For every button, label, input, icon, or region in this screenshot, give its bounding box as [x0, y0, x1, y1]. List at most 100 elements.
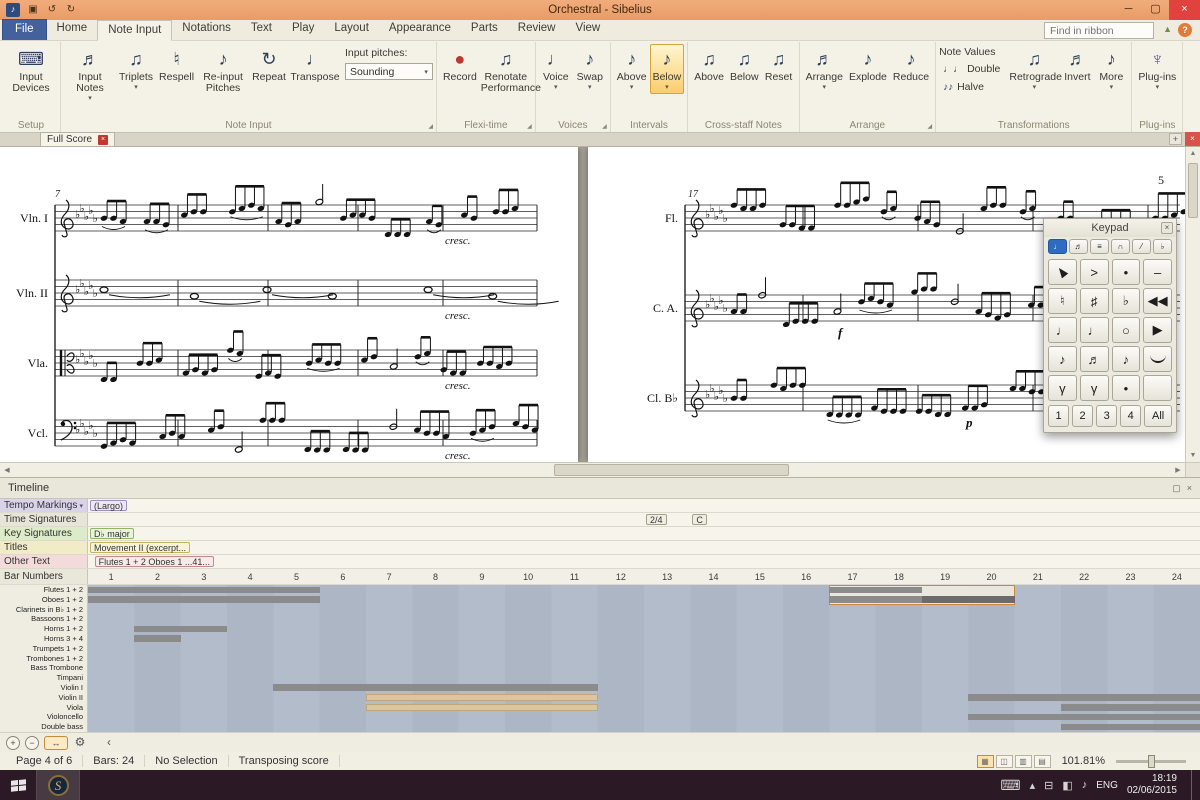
transformations-more-button[interactable]: ♪More▾ [1094, 44, 1128, 94]
timeline-grid[interactable]: Flutes 1 + 2Oboes 1 + 2Clarinets in B♭ 1… [0, 585, 1200, 732]
instrument-cells-bassoons-1-2[interactable] [88, 614, 1200, 624]
keypad-button-r5c4[interactable] [1143, 375, 1172, 401]
voices-voice-button[interactable]: ♩Voice▾ [539, 44, 573, 94]
ribbon-tab-view[interactable]: View [565, 19, 610, 40]
chip-movement-ii-excerpt[interactable]: Movement II (excerpt... [90, 542, 190, 553]
chip-flutes-1-2-oboes-1-41[interactable]: Flutes 1 + 2 Oboes 1 ...41... [95, 556, 214, 567]
timeline-row-other-text[interactable]: Other Text Flutes 1 + 2 Oboes 1 ...41... [0, 555, 1200, 569]
plug-ins-plug-ins-button[interactable]: ♆Plug-ins▾ [1135, 44, 1179, 94]
setup-input-devices-button[interactable]: ⌨Input Devices [5, 44, 57, 96]
timeline-row-key-signatures[interactable]: Key SignaturesD♭ major [0, 527, 1200, 541]
keypad-button-r5c3[interactable]: • [1112, 375, 1141, 401]
arrange-reduce-button[interactable]: ♪Reduce [890, 44, 932, 85]
network-icon[interactable]: ◧ [1062, 779, 1072, 792]
ribbon-tab-note-input[interactable]: Note Input [97, 20, 172, 41]
close-button[interactable]: × [1169, 0, 1200, 20]
chip-c[interactable]: C [692, 514, 707, 525]
instrument-row-horns-1-2[interactable]: Horns 1 + 2 [0, 624, 1200, 634]
clock[interactable]: 18:19 02/06/2015 [1127, 773, 1177, 798]
note-input-repeat-button[interactable]: ↻Repeat [249, 44, 289, 85]
keypad-button-r1c1[interactable] [1048, 259, 1077, 285]
ribbon-tab-parts[interactable]: Parts [461, 19, 508, 40]
instrument-cells-clarinets-in-b-1-2[interactable] [88, 605, 1200, 615]
flexi-time-renotate-performance-button[interactable]: ♫Renotate Performance [480, 44, 532, 96]
keypad-button-r4c2[interactable]: ♬ [1080, 346, 1109, 372]
instrument-cells-bass-trombone[interactable] [88, 663, 1200, 673]
keypad-button-r4c4[interactable] [1143, 346, 1172, 372]
instrument-row-violin-ii[interactable]: Violin II [0, 693, 1200, 703]
timeline-row-titles[interactable]: TitlesMovement II (excerpt... [0, 541, 1200, 555]
zoom-slider[interactable] [1116, 760, 1186, 763]
dialog-launcher-icon[interactable]: ◢ [428, 123, 433, 130]
arrange-explode-button[interactable]: ♪Explode [846, 44, 890, 85]
instrument-cells-horns-1-2[interactable] [88, 624, 1200, 634]
ribbon-tab-appearance[interactable]: Appearance [379, 19, 461, 40]
instrument-row-violin-i[interactable]: Violin I [0, 683, 1200, 693]
instrument-row-violoncello[interactable]: Violoncello [0, 712, 1200, 722]
note-input-respell-button[interactable]: ♮Respell [156, 44, 197, 85]
cross-staff-notes-below-button[interactable]: ♫Below [727, 44, 762, 85]
collapse-ribbon-icon[interactable]: ▲ [1163, 24, 1172, 34]
double-button[interactable]: ♩♩Double [939, 60, 1004, 78]
instrument-row-double-bass[interactable]: Double bass [0, 722, 1200, 732]
keypad-button-r3c1[interactable]: ♩ [1048, 317, 1077, 343]
help-icon[interactable]: ? [1178, 23, 1192, 37]
close-tab-group-button[interactable]: × [1185, 132, 1200, 146]
timeline-bar-numbers-row[interactable]: Bar Numbers 1234567891011121314151617181… [0, 569, 1200, 585]
zoom-out-button[interactable]: − [25, 736, 39, 750]
minimize-button[interactable]: ─ [1115, 0, 1142, 20]
keypad-voice-3[interactable]: 3 [1096, 405, 1117, 427]
dialog-launcher-icon[interactable]: ◢ [527, 123, 532, 130]
instrument-row-clarinets-in-b-1-2[interactable]: Clarinets in B♭ 1 + 2 [0, 605, 1200, 615]
dialog-launcher-icon[interactable]: ◢ [602, 123, 607, 130]
horizontal-scroll-track[interactable] [14, 463, 1171, 477]
scroll-left-icon[interactable]: ◀ [0, 466, 14, 474]
redo-icon[interactable]: ↻ [62, 2, 80, 18]
keypad-voice-2[interactable]: 2 [1072, 405, 1093, 427]
dialog-launcher-icon[interactable]: ◢ [927, 123, 932, 130]
instrument-cells-trumpets-1-2[interactable] [88, 644, 1200, 654]
chip-largo[interactable]: (Largo) [90, 500, 127, 511]
scroll-right-icon[interactable]: ▶ [1171, 466, 1185, 474]
ribbon-tab-text[interactable]: Text [241, 19, 282, 40]
keypad-close-button[interactable]: × [1161, 222, 1173, 234]
show-hidden-icons[interactable]: ▴ [1030, 779, 1036, 792]
timeline-close-icon[interactable]: × [1187, 483, 1192, 494]
pages-view-icon[interactable]: ▦ [977, 755, 994, 768]
row-label-tempo-markings[interactable]: Tempo Markings▾ [0, 499, 88, 512]
instrument-row-oboes-1-2[interactable]: Oboes 1 + 2 [0, 595, 1200, 605]
keypad-button-r1c3[interactable]: • [1112, 259, 1141, 285]
instrument-row-viola[interactable]: Viola [0, 703, 1200, 713]
note-input-input-notes-button[interactable]: ♬Input Notes▾ [64, 44, 116, 105]
keypad-window[interactable]: Keypad × ♩♬≡∩⁄♭ >•–♮♯♭◀◀♩♩○▶♪♬♪γγ• 1234A… [1043, 218, 1177, 433]
instrument-cells-violoncello[interactable] [88, 712, 1200, 722]
keypad-voice-1[interactable]: 1 [1048, 405, 1069, 427]
instrument-row-bass-trombone[interactable]: Bass Trombone [0, 663, 1200, 673]
keypad-layout-tab-4[interactable]: ∩ [1111, 239, 1130, 254]
timeline-undock-icon[interactable]: ▢ [1172, 483, 1181, 494]
zoom-in-button[interactable]: + [6, 736, 20, 750]
keypad-button-r3c2[interactable]: ♩ [1080, 317, 1109, 343]
maximize-button[interactable]: ▢ [1142, 0, 1169, 20]
tab-close-icon[interactable]: × [98, 135, 108, 145]
keypad-layout-tab-3[interactable]: ≡ [1090, 239, 1109, 254]
instrument-row-trombones-1-2[interactable]: Trombones 1 + 2 [0, 654, 1200, 664]
language-indicator[interactable]: ENG [1096, 780, 1118, 791]
undo-icon[interactable]: ↺ [43, 2, 61, 18]
instrument-row-timpani[interactable]: Timpani [0, 673, 1200, 683]
halve-button[interactable]: ♪♪Halve [939, 78, 1004, 96]
taskbar-sibelius-button[interactable]: S [36, 770, 80, 800]
instrument-cells-double-bass[interactable] [88, 722, 1200, 732]
cross-staff-notes-reset-button[interactable]: ♫Reset [762, 44, 796, 85]
instrument-row-trumpets-1-2[interactable]: Trumpets 1 + 2 [0, 644, 1200, 654]
save-icon[interactable]: ▣ [24, 2, 42, 18]
keypad-button-r2c3[interactable]: ♭ [1112, 288, 1141, 314]
row-label-other-text[interactable]: Other Text [0, 555, 88, 568]
keypad-button-r2c4[interactable]: ◀◀ [1143, 288, 1172, 314]
ribbon-tab-notations[interactable]: Notations [172, 19, 241, 40]
scroll-left-button[interactable]: ‹ [102, 736, 116, 750]
keypad-button-r2c1[interactable]: ♮ [1048, 288, 1077, 314]
note-input-triplets-button[interactable]: ♫Triplets▾ [116, 44, 156, 94]
show-desktop-button[interactable] [1191, 770, 1196, 800]
instrument-cells-horns-3-4[interactable] [88, 634, 1200, 644]
